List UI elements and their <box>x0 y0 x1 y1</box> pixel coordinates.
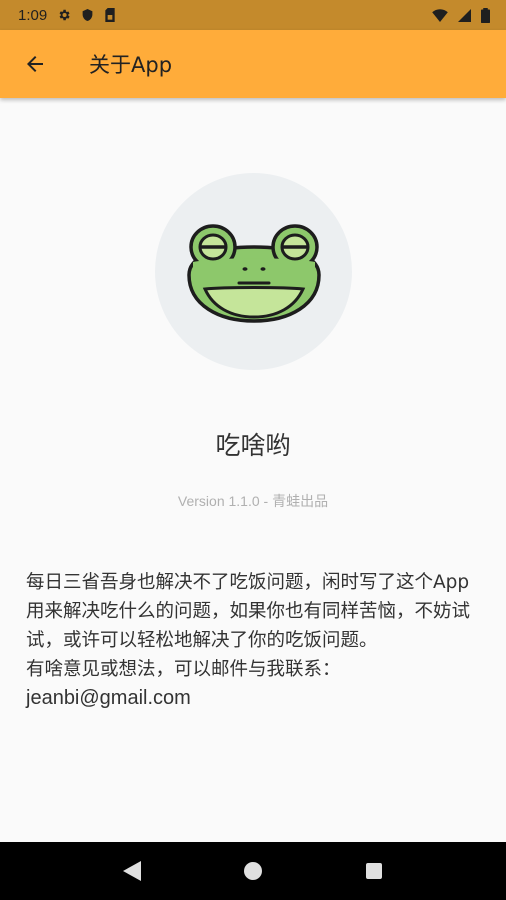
description-text: 每日三省吾身也解决不了吃饭问题，闲时写了这个App用来解决吃什么的问题，如果你也… <box>26 572 471 680</box>
app-logo <box>155 173 352 370</box>
system-nav-bar <box>0 842 506 900</box>
contact-email[interactable]: jeanbi@gmail.com <box>26 684 484 713</box>
signal-icon <box>458 8 471 22</box>
battery-icon <box>481 7 490 23</box>
gear-icon <box>57 8 71 22</box>
status-left: 1:09 <box>18 7 116 24</box>
shield-icon <box>81 8 94 22</box>
status-right <box>432 7 490 23</box>
about-content: 吃啥哟 Version 1.1.0 - 青蛙出品 每日三省吾身也解决不了吃饭问题… <box>0 98 506 842</box>
frog-face-logo <box>186 223 321 323</box>
nav-back-button[interactable] <box>112 851 152 891</box>
version-text: Version 1.1.0 - 青蛙出品 <box>177 493 329 509</box>
status-time: 1:09 <box>18 6 48 24</box>
about-description: 每日三省吾身也解决不了吃饭问题，闲时写了这个App用来解决吃什么的问题，如果你也… <box>26 539 484 742</box>
back-button[interactable] <box>0 30 70 98</box>
status-bar: 1:09 <box>0 0 506 30</box>
recents-square-icon <box>365 863 382 879</box>
page-title: 关于App <box>89 53 173 77</box>
wifi-icon <box>432 8 448 22</box>
nav-recents-button[interactable] <box>354 851 394 891</box>
app-bar: 关于App <box>0 30 506 98</box>
back-triangle-icon <box>123 861 142 881</box>
app-name: 吃啥哟 <box>215 431 291 460</box>
sim-card-icon <box>104 8 116 22</box>
home-circle-icon <box>243 862 262 880</box>
nav-home-button[interactable] <box>233 851 273 891</box>
arrow-left-icon <box>27 56 43 72</box>
